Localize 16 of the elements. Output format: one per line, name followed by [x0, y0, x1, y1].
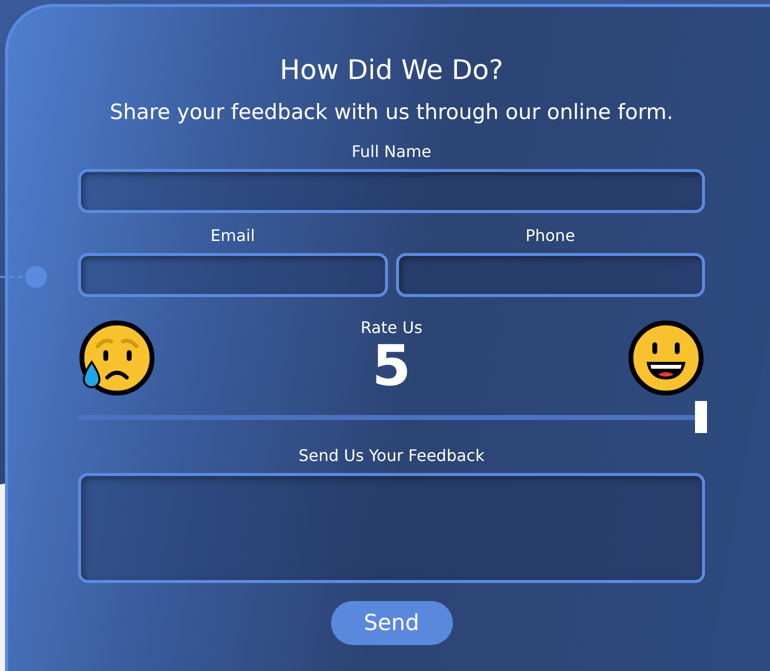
field-label: Send Us Your Feedback — [298, 445, 486, 467]
field-label: Full Name — [350, 141, 432, 163]
form-subtitle: Share your feedback with us through our online form. — [108, 99, 674, 126]
smiling-face-icon — [626, 319, 705, 397]
sad-face-icon — [78, 319, 156, 397]
rating-value: 5 — [372, 339, 411, 395]
form-title: How Did We Do? — [278, 54, 504, 88]
send-button[interactable]: Send — [330, 601, 452, 645]
field-label: Email — [210, 225, 256, 247]
slider-thumb[interactable] — [695, 401, 707, 433]
feedback-field[interactable] — [78, 473, 705, 583]
input-field[interactable] — [78, 253, 388, 297]
field-label: Phone — [524, 225, 576, 247]
input-field[interactable] — [78, 169, 705, 213]
input-field[interactable] — [396, 253, 705, 297]
rating-label: Rate Us — [360, 317, 422, 339]
